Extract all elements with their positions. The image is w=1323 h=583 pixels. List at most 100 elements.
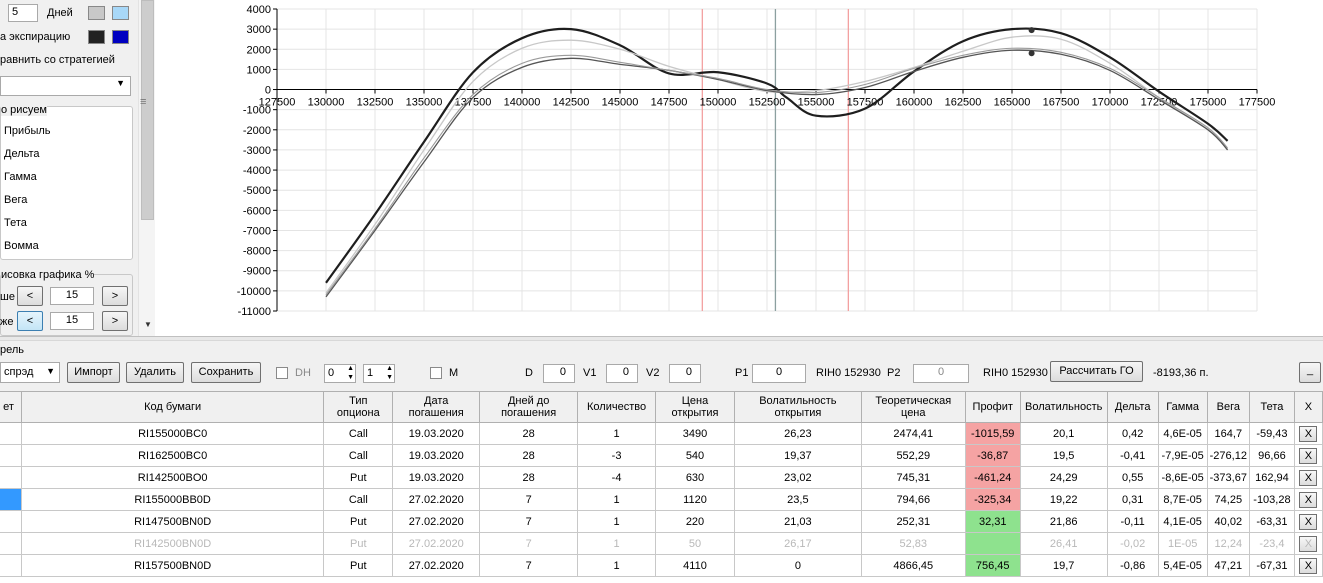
cell-gamma[interactable]: -7,9E-05 <box>1157 444 1208 467</box>
cell-vega[interactable]: 47,21 <box>1206 554 1250 577</box>
delete-row-button[interactable]: X <box>1299 535 1318 552</box>
col-header-type[interactable]: Тип опциона <box>323 391 394 423</box>
cell-date[interactable]: 27.02.2020 <box>392 554 481 577</box>
d-input[interactable]: 0 <box>543 364 575 383</box>
cell-code[interactable]: RI162500BC0 <box>20 444 325 467</box>
cell-type[interactable]: Call <box>323 488 394 511</box>
cell-theta[interactable]: 96,66 <box>1248 444 1295 467</box>
cell-profit[interactable]: -325,34 <box>964 488 1021 511</box>
col-header-price[interactable]: Цена открытия <box>655 391 735 423</box>
cell-type[interactable]: Put <box>323 532 394 555</box>
minimize-button[interactable]: _ <box>1299 362 1321 383</box>
row-account-cell[interactable] <box>0 466 22 489</box>
col-header-gamma[interactable]: Гамма <box>1157 391 1208 423</box>
expiration-color-swatch-blue[interactable] <box>112 30 129 44</box>
radio-theta[interactable]: Тета <box>4 217 27 229</box>
cell-price[interactable]: 4110 <box>655 554 735 577</box>
scrollbar-thumb[interactable] <box>141 0 154 220</box>
cell-qty[interactable]: -3 <box>577 444 657 467</box>
expiration-color-swatch-dark[interactable] <box>88 30 105 44</box>
cell-profit[interactable] <box>964 532 1021 555</box>
spin2-input[interactable]: 1 ▲ ▼ <box>363 364 395 383</box>
spin-arrows-icon[interactable]: ▲ ▼ <box>386 364 393 382</box>
lower-range-input[interactable]: 15 <box>50 312 94 330</box>
cell-date[interactable]: 27.02.2020 <box>392 510 481 533</box>
cell-days[interactable]: 7 <box>479 488 579 511</box>
col-header-theo[interactable]: Теоретическая цена <box>860 391 966 423</box>
days-color-swatch-blue[interactable] <box>112 6 129 20</box>
cell-profit[interactable]: -1015,59 <box>964 422 1021 445</box>
cell-vol-open[interactable]: 0 <box>733 554 862 577</box>
lower-increase-button[interactable]: > <box>102 311 128 331</box>
delete-row-button[interactable]: X <box>1299 491 1318 508</box>
cell-theo[interactable]: 794,66 <box>860 488 966 511</box>
p2-input[interactable]: 0 <box>913 364 969 383</box>
col-header-code[interactable]: Код бумаги <box>20 391 325 423</box>
cell-code[interactable]: RI155000BB0D <box>20 488 325 511</box>
cell-theo[interactable]: 52,83 <box>860 532 966 555</box>
delete-row-button[interactable]: X <box>1299 469 1318 486</box>
cell-profit[interactable]: -461,24 <box>964 466 1021 489</box>
radio-gamma[interactable]: Гамма <box>4 171 37 183</box>
cell-vol[interactable]: 19,5 <box>1019 444 1108 467</box>
cell-vol-open[interactable]: 23,02 <box>733 466 862 489</box>
cell-theo[interactable]: 4866,45 <box>860 554 966 577</box>
row-account-cell[interactable] <box>0 510 22 533</box>
cell-delta[interactable]: -0,41 <box>1106 444 1159 467</box>
cell-delta[interactable]: 0,31 <box>1106 488 1159 511</box>
cell-theo[interactable]: 745,31 <box>860 466 966 489</box>
days-color-swatch-light[interactable] <box>88 6 105 20</box>
cell-price[interactable]: 3490 <box>655 422 735 445</box>
table-row[interactable]: RI147500BN0D Put 27.02.2020 7 1 220 21,03 252,3… <box>0 510 1323 533</box>
cell-type[interactable]: Call <box>323 422 394 445</box>
cell-theo[interactable]: 252,31 <box>860 510 966 533</box>
cell-gamma[interactable]: -8,6E-05 <box>1157 466 1208 489</box>
cell-code[interactable]: RI147500BN0D <box>20 510 325 533</box>
table-row[interactable]: RI162500BC0 Call 19.03.2020 28 -3 540 19,37 552… <box>0 444 1323 467</box>
cell-price[interactable]: 1120 <box>655 488 735 511</box>
col-header-vol-open[interactable]: Волатильность открытия <box>733 391 862 423</box>
row-account-cell[interactable] <box>0 554 22 577</box>
calculate-margin-button[interactable]: Рассчитать ГО <box>1050 361 1143 382</box>
col-header-vega[interactable]: Вега <box>1206 391 1250 423</box>
lower-decrease-button[interactable]: < <box>17 311 43 331</box>
delete-button[interactable]: Удалить <box>126 362 184 383</box>
table-row[interactable]: RI142500BN0D Put 27.02.2020 7 1 50 26,17 52,83 2… <box>0 532 1323 555</box>
compare-strategy-select[interactable]: ▼ <box>0 76 131 96</box>
cell-price[interactable]: 630 <box>655 466 735 489</box>
cell-profit[interactable]: -36,87 <box>964 444 1021 467</box>
cell-gamma[interactable]: 1E-05 <box>1157 532 1208 555</box>
cell-vol[interactable]: 19,7 <box>1019 554 1108 577</box>
cell-qty[interactable]: 1 <box>577 488 657 511</box>
upper-decrease-button[interactable]: < <box>17 286 43 306</box>
cell-vol[interactable]: 19,22 <box>1019 488 1108 511</box>
row-account-cell[interactable] <box>0 488 22 511</box>
cell-delta[interactable]: -0,86 <box>1106 554 1159 577</box>
cell-vol-open[interactable]: 21,03 <box>733 510 862 533</box>
table-row[interactable]: RI157500BN0D Put 27.02.2020 7 1 4110 0 4866,45 7… <box>0 554 1323 577</box>
cell-vega[interactable]: -373,67 <box>1206 466 1250 489</box>
upper-increase-button[interactable]: > <box>102 286 128 306</box>
cell-vega[interactable]: 12,24 <box>1206 532 1250 555</box>
cell-vega[interactable]: -276,12 <box>1206 444 1250 467</box>
row-account-cell[interactable] <box>0 444 22 467</box>
cell-code[interactable]: RI142500BO0 <box>20 466 325 489</box>
days-input[interactable]: 5 <box>8 4 38 22</box>
cell-vol[interactable]: 24,29 <box>1019 466 1108 489</box>
cell-gamma[interactable]: 5,4E-05 <box>1157 554 1208 577</box>
cell-theta[interactable]: -63,31 <box>1248 510 1295 533</box>
delete-row-button[interactable]: X <box>1299 557 1318 574</box>
cell-date[interactable]: 19.03.2020 <box>392 466 481 489</box>
cell-qty[interactable]: 1 <box>577 510 657 533</box>
col-header-days[interactable]: Дней до погашения <box>479 391 579 423</box>
cell-price[interactable]: 50 <box>655 532 735 555</box>
cell-days[interactable]: 7 <box>479 532 579 555</box>
cell-code[interactable]: RI155000BC0 <box>20 422 325 445</box>
cell-type[interactable]: Put <box>323 510 394 533</box>
cell-theta[interactable]: -59,43 <box>1248 422 1295 445</box>
delete-row-button[interactable]: X <box>1299 425 1318 442</box>
cell-delta[interactable]: -0,11 <box>1106 510 1159 533</box>
cell-theo[interactable]: 552,29 <box>860 444 966 467</box>
cell-date[interactable]: 19.03.2020 <box>392 444 481 467</box>
p1-input[interactable]: 0 <box>752 364 806 383</box>
